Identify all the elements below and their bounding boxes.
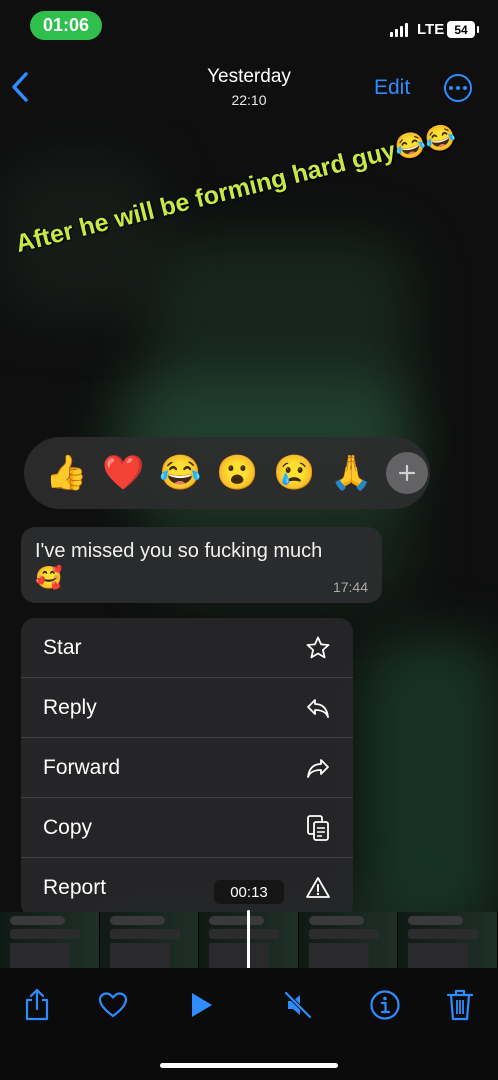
status-time: 01:06 (30, 11, 102, 40)
reaction-wow[interactable]: 😮 (209, 448, 266, 498)
context-menu: Star Reply Forward Copy Report (21, 618, 353, 918)
warning-icon (305, 875, 331, 901)
status-bar: 01:06 LTE 54 (0, 0, 498, 52)
page-subtitle: 22:10 (231, 92, 267, 108)
ellipsis-circle-icon[interactable] (444, 74, 472, 102)
edit-button[interactable]: Edit (374, 76, 410, 100)
menu-item-label: Star (43, 635, 82, 659)
copy-icon (305, 814, 331, 841)
reaction-bar: 👍 ❤️ 😂 😮 😢 🙏 (24, 437, 430, 509)
menu-item-label: Copy (43, 815, 93, 839)
message-emoji: 🥰 (35, 565, 63, 590)
menu-item-label: Forward (43, 755, 121, 779)
nav-bar: Yesterday 22:10 Edit (0, 52, 498, 118)
message-time: 17:44 (332, 579, 368, 595)
menu-item-report[interactable]: Report (21, 858, 353, 917)
menu-item-forward[interactable]: Forward (21, 738, 353, 798)
filmstrip-frame (0, 912, 100, 968)
home-indicator[interactable] (160, 1063, 338, 1068)
message-text: I've missed you so fucking much (35, 540, 323, 562)
video-playhead[interactable] (247, 910, 250, 970)
message-bubble[interactable]: I've missed you so fucking much 🥰 17:44 (21, 527, 382, 603)
play-icon[interactable] (184, 988, 218, 1022)
share-icon[interactable] (20, 988, 54, 1022)
video-timecode: 00:13 (214, 880, 284, 904)
plus-icon[interactable] (386, 452, 428, 494)
reaction-sad[interactable]: 😢 (266, 448, 323, 498)
reaction-heart[interactable]: ❤️ (95, 448, 152, 498)
menu-item-reply[interactable]: Reply (21, 678, 353, 738)
battery-icon: 54 (447, 21, 479, 38)
menu-item-label: Reply (43, 695, 97, 719)
filmstrip-frame (398, 912, 498, 968)
network-label: LTE (417, 21, 445, 38)
trash-icon[interactable] (443, 988, 477, 1022)
menu-item-copy[interactable]: Copy (21, 798, 353, 858)
signal-icon (390, 23, 408, 37)
filmstrip-frame (298, 912, 399, 968)
reaction-thumbs-up[interactable]: 👍 (38, 448, 95, 498)
info-icon[interactable] (368, 988, 402, 1022)
forward-icon (305, 755, 331, 781)
menu-item-star[interactable]: Star (21, 618, 353, 678)
filmstrip-frame (99, 912, 200, 968)
page-title: Yesterday (207, 66, 291, 87)
speaker-muted-icon[interactable] (281, 988, 315, 1022)
star-icon (305, 635, 331, 661)
heart-icon[interactable] (96, 988, 130, 1022)
reaction-laugh[interactable]: 😂 (152, 448, 209, 498)
reaction-pray[interactable]: 🙏 (323, 448, 380, 498)
reply-icon (305, 695, 331, 721)
